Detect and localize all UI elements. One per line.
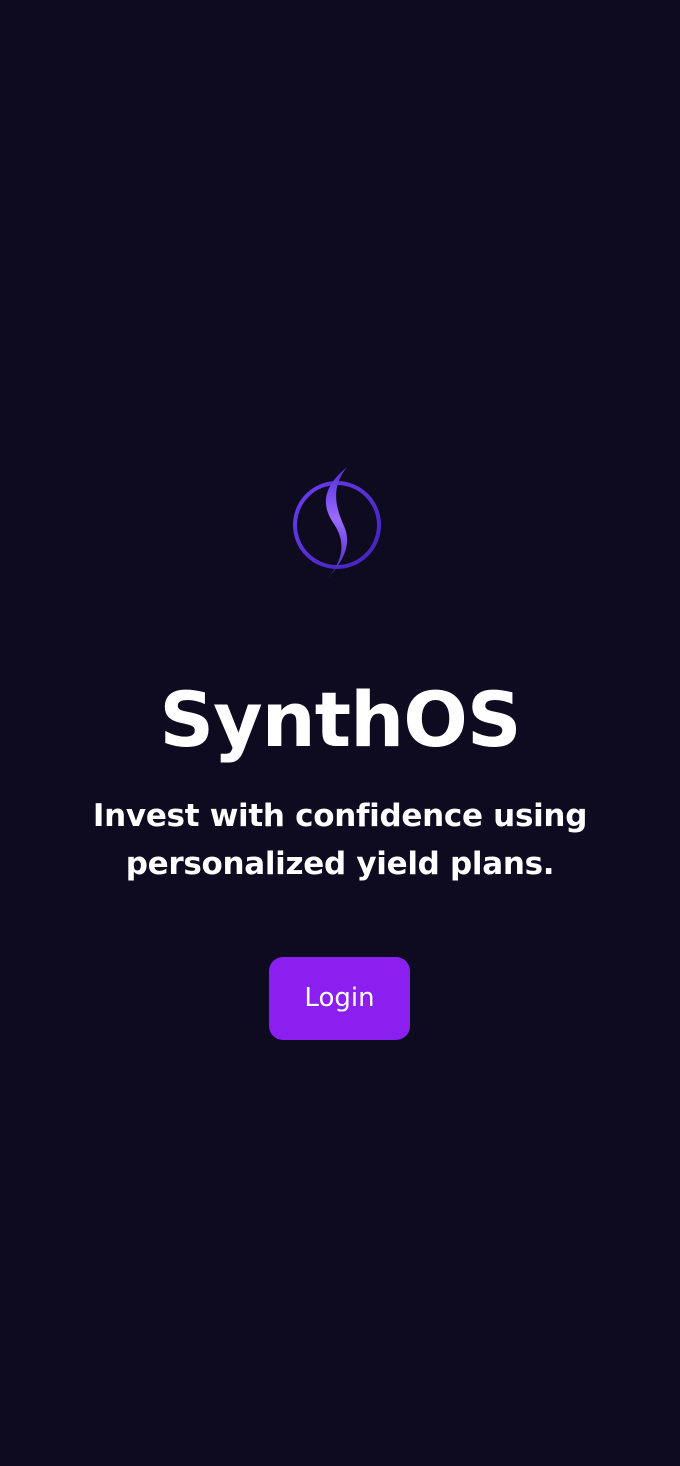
welcome-screen: SynthOS Invest with confidence using per… [0, 0, 680, 1466]
app-title: SynthOS [159, 675, 521, 764]
app-tagline: Invest with confidence using personalize… [92, 798, 588, 882]
login-button[interactable]: Login [269, 957, 410, 1040]
synthos-logo-icon [290, 464, 384, 584]
